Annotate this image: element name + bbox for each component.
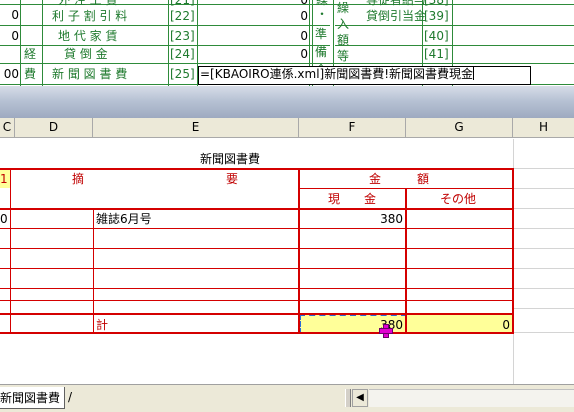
item-label-books: 新 聞 図 書 費 [52, 67, 128, 81]
column-header-bar: C D E F G H [0, 118, 574, 138]
right-item-code-38: [38] [424, 0, 449, 7]
left-value-4: 00 [3, 67, 19, 81]
cell-formula-text: =[KBAOIRO連係.xml]新聞図書費!新聞図書費現金 [200, 67, 474, 81]
workbook-window-titlebar[interactable] [0, 86, 574, 118]
item-code-23: [23] [170, 29, 195, 43]
column-header-f[interactable]: F [299, 118, 406, 137]
column-header-c[interactable]: C [0, 118, 15, 137]
sheet-tab-label: 新聞図書費 [0, 391, 61, 405]
left-value-2: 0 [11, 29, 19, 43]
right-group-char-1: ・ [316, 7, 329, 21]
total-label: 計 [96, 318, 109, 332]
item-label-rent: 地 代 家 賃 [58, 29, 118, 43]
item-code-24: [24] [170, 47, 195, 61]
column-header-h[interactable]: H [513, 118, 574, 137]
scroll-left-icon: ◀ [356, 392, 364, 403]
column-header-g[interactable]: G [406, 118, 513, 137]
right-group2-char-2: 入 [337, 17, 350, 31]
text-caret [473, 67, 475, 80]
item-label-outsourcing: 外 注 工 賃 [58, 0, 118, 7]
item-code-21: [21] [170, 0, 195, 7]
left-value-1: 0 [11, 8, 19, 22]
item-code-25: [25] [170, 67, 195, 81]
column-header-d[interactable]: D [15, 118, 93, 137]
header-summary-1: 摘 [72, 172, 85, 186]
horizontal-scrollbar-track[interactable] [369, 389, 574, 407]
expense-group-label-2: 費 [24, 67, 37, 81]
right-group2-char-4: 等 [337, 49, 350, 63]
right-item-label-38: 専従者給与 [366, 0, 427, 7]
right-group2-char-3: 額 [337, 33, 350, 47]
right-item-label-39: 貸倒引当金 [366, 9, 427, 23]
tab-split-handle[interactable] [345, 389, 351, 407]
scroll-left-button[interactable]: ◀ [352, 389, 368, 407]
left-fragment-value: 1 [0, 172, 8, 186]
sheet-tab-active[interactable]: 新聞図書費 [0, 387, 66, 409]
tab-separator: / [68, 390, 73, 404]
right-group-char-2: 準 [315, 27, 328, 41]
row-description: 雑誌6月号 [96, 212, 152, 226]
sheet-tab-bar: 新聞図書費 / ◀ [0, 384, 574, 412]
item-label-bad-debt: 貸 倒 金 [64, 47, 108, 61]
right-item-code-41: [41] [424, 47, 449, 61]
cell-cursor-icon [379, 324, 393, 338]
item-code-22: [22] [170, 9, 195, 23]
column-header-e[interactable]: E [93, 118, 299, 137]
item-value-22: 0 [300, 9, 308, 23]
item-value-24: 0 [300, 47, 308, 61]
right-group-char-3: 備 [315, 45, 328, 59]
item-value-21: 0 [300, 0, 308, 7]
worksheet-grid[interactable]: 新聞図書費 1 摘 要 金 額 現 金 その他 0 雑誌6月号 380 計 38… [0, 139, 574, 384]
item-value-23: 0 [300, 29, 308, 43]
item-label-interest: 利 子 割 引 料 [52, 9, 128, 23]
cell-formula-edit[interactable]: =[KBAOIRO連係.xml]新聞図書費!新聞図書費現金 [198, 66, 531, 85]
header-cash: 現 金 [328, 192, 377, 206]
right-group2-char-1: 繰 [337, 1, 350, 15]
expense-group-label-1: 経 [24, 47, 37, 61]
right-group2-char-0: 繰 [316, 0, 329, 7]
row-left-value: 0 [0, 212, 8, 226]
top-sheet-pane: 0 0 00 経 費 外 注 工 賃 利 子 割 引 料 地 代 家 賃 貸 倒… [0, 0, 574, 86]
header-summary-2: 要 [226, 172, 239, 186]
right-item-code-39: [39] [424, 9, 449, 23]
total-other-value: 0 [502, 318, 510, 332]
header-other: その他 [440, 192, 477, 206]
header-amount: 金 額 [369, 172, 430, 186]
sheet-title: 新聞図書費 [200, 152, 261, 166]
right-item-code-40: [40] [424, 29, 449, 43]
row-cash-value: 380 [380, 212, 403, 226]
